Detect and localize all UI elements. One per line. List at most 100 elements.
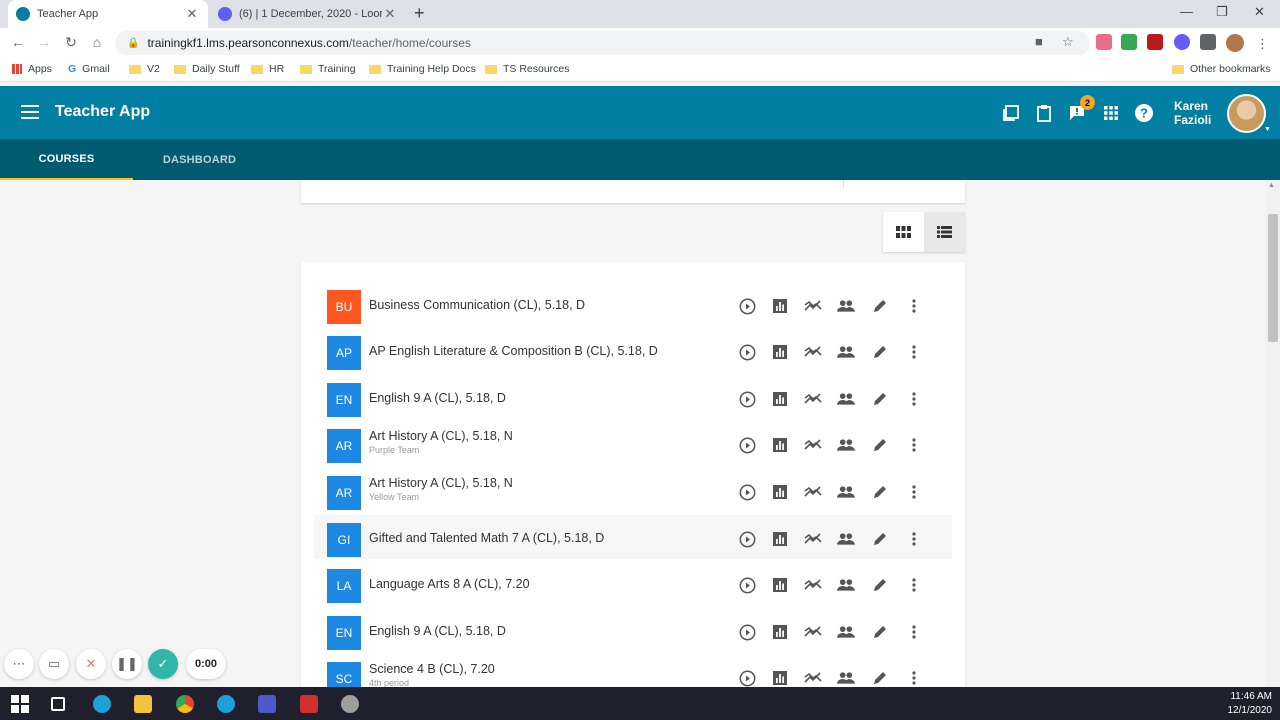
course-name-link[interactable]: English 9 A (CL), 5.18, D (369, 624, 506, 638)
library-icon[interactable] (1000, 102, 1022, 124)
chrome-menu-icon[interactable]: ⋮ (1256, 36, 1269, 52)
more-options-icon[interactable] (905, 530, 923, 548)
students-icon[interactable] (837, 530, 855, 548)
launch-course-icon[interactable] (738, 623, 756, 641)
students-icon[interactable] (837, 390, 855, 408)
progress-trend-icon[interactable] (804, 483, 822, 501)
close-tab-icon[interactable]: ✕ (382, 6, 398, 22)
close-window-icon[interactable]: ✕ (1254, 4, 1265, 20)
more-options-icon[interactable] (905, 343, 923, 361)
bookmark-star-icon[interactable]: ☆ (1062, 34, 1074, 50)
course-row[interactable]: GI Gifted and Talented Math 7 A (CL), 5.1… (314, 515, 952, 559)
progress-trend-icon[interactable] (804, 343, 822, 361)
back-icon[interactable]: ← (9, 34, 27, 50)
edit-pencil-icon[interactable] (871, 390, 889, 408)
extension-icon[interactable] (1096, 34, 1112, 50)
new-tab-button[interactable]: + (414, 3, 425, 24)
launch-course-icon[interactable] (738, 576, 756, 594)
reload-icon[interactable]: ↻ (62, 34, 80, 51)
scroll-up-arrow-icon[interactable]: ▲ (1268, 182, 1275, 189)
course-name-link[interactable]: Art History A (CL), 5.18, N (369, 476, 513, 490)
course-name-link[interactable]: Science 4 B (CL), 7.20 (369, 662, 495, 676)
bookmark-apps[interactable]: Apps (12, 63, 52, 75)
progress-trend-icon[interactable] (804, 436, 822, 454)
edit-pencil-icon[interactable] (871, 623, 889, 641)
gradebook-icon[interactable] (771, 530, 789, 548)
course-row[interactable]: EN English 9 A (CL), 5.18, D (314, 375, 952, 419)
help-icon[interactable]: ? (1133, 102, 1155, 124)
gradebook-icon[interactable] (771, 297, 789, 315)
extension-icon[interactable] (1147, 34, 1163, 50)
address-bar[interactable]: 🔒 trainingkf1.lms.pearsonconnexus.com/te… (115, 31, 1090, 55)
more-options-icon[interactable] (905, 297, 923, 315)
students-icon[interactable] (837, 483, 855, 501)
gradebook-icon[interactable] (771, 623, 789, 641)
bookmark-training[interactable]: Training (300, 63, 356, 75)
launch-course-icon[interactable] (738, 530, 756, 548)
teams-icon[interactable] (258, 695, 276, 713)
close-tab-icon[interactable]: ✕ (184, 6, 200, 22)
more-options-icon[interactable] (905, 669, 923, 687)
edit-pencil-icon[interactable] (871, 297, 889, 315)
gradebook-icon[interactable] (771, 390, 789, 408)
more-options-icon[interactable] (905, 436, 923, 454)
loom-cancel-button[interactable]: ✕ (76, 649, 106, 679)
launch-course-icon[interactable] (738, 483, 756, 501)
chrome-profile-avatar[interactable] (1226, 34, 1244, 52)
edit-pencil-icon[interactable] (871, 343, 889, 361)
students-icon[interactable] (837, 297, 855, 315)
course-name-link[interactable]: Art History A (CL), 5.18, N (369, 429, 513, 443)
gradebook-icon[interactable] (771, 343, 789, 361)
launch-course-icon[interactable] (738, 297, 756, 315)
progress-trend-icon[interactable] (804, 390, 822, 408)
launch-course-icon[interactable] (738, 343, 756, 361)
edit-pencil-icon[interactable] (871, 669, 889, 687)
students-icon[interactable] (837, 343, 855, 361)
course-name-link[interactable]: English 9 A (CL), 5.18, D (369, 391, 506, 405)
menu-icon[interactable] (21, 105, 39, 119)
edit-pencil-icon[interactable] (871, 530, 889, 548)
bookmark-v2[interactable]: V2 (129, 63, 160, 75)
bookmark-other[interactable]: Other bookmarks (1172, 63, 1271, 75)
clipboard-icon[interactable] (1033, 102, 1055, 124)
launch-course-icon[interactable] (738, 436, 756, 454)
edge-icon[interactable] (217, 695, 235, 713)
user-avatar[interactable] (1227, 94, 1266, 133)
students-icon[interactable] (837, 576, 855, 594)
course-row[interactable]: EN English 9 A (CL), 5.18, D (314, 608, 952, 652)
scrollbar-thumb[interactable] (1268, 214, 1278, 342)
tab-loom[interactable]: (6) | 1 December, 2020 - Loom Re ✕ (210, 0, 406, 28)
course-name-link[interactable]: Language Arts 8 A (CL), 7.20 (369, 577, 530, 591)
students-icon[interactable] (837, 623, 855, 641)
course-row[interactable]: BU Business Communication (CL), 5.18, D (314, 282, 952, 326)
loom-more-button[interactable]: ⋯ (4, 649, 34, 679)
acrobat-icon[interactable] (300, 695, 318, 713)
loom-pause-button[interactable]: ❚❚ (112, 649, 142, 679)
gradebook-icon[interactable] (771, 669, 789, 687)
bookmark-training-help-docs[interactable]: Training Help Docs (369, 63, 476, 75)
progress-trend-icon[interactable] (804, 623, 822, 641)
course-name-link[interactable]: Gifted and Talented Math 7 A (CL), 5.18,… (369, 531, 604, 545)
tab-teacher-app[interactable]: Teacher App ✕ (8, 0, 208, 28)
loom-finish-button[interactable]: ✓ (148, 649, 178, 679)
course-name-link[interactable]: Business Communication (CL), 5.18, D (369, 298, 585, 312)
course-row[interactable]: AP AP English Literature & Composition B … (314, 328, 952, 372)
chevron-down-icon[interactable]: ▼ (1264, 126, 1271, 133)
extension-icon[interactable] (1174, 34, 1190, 50)
progress-trend-icon[interactable] (804, 576, 822, 594)
home-icon[interactable]: ⌂ (88, 34, 106, 50)
minimize-icon[interactable]: — (1180, 4, 1193, 19)
students-icon[interactable] (837, 436, 855, 454)
course-row[interactable]: LA Language Arts 8 A (CL), 7.20 (314, 561, 952, 605)
restore-icon[interactable]: ❐ (1216, 4, 1228, 20)
tab-courses[interactable]: COURSES (0, 139, 133, 180)
progress-trend-icon[interactable] (804, 669, 822, 687)
bookmark-hr[interactable]: HR (251, 63, 284, 75)
camera-icon[interactable]: ■ (1035, 34, 1043, 49)
more-options-icon[interactable] (905, 483, 923, 501)
bookmark-daily-stuff[interactable]: Daily Stuff (174, 63, 240, 75)
progress-trend-icon[interactable] (804, 297, 822, 315)
system-clock[interactable]: 11:46 AM 12/1/2020 (1220, 690, 1273, 718)
list-view-button[interactable] (924, 212, 965, 252)
edge-icon[interactable] (93, 695, 111, 713)
